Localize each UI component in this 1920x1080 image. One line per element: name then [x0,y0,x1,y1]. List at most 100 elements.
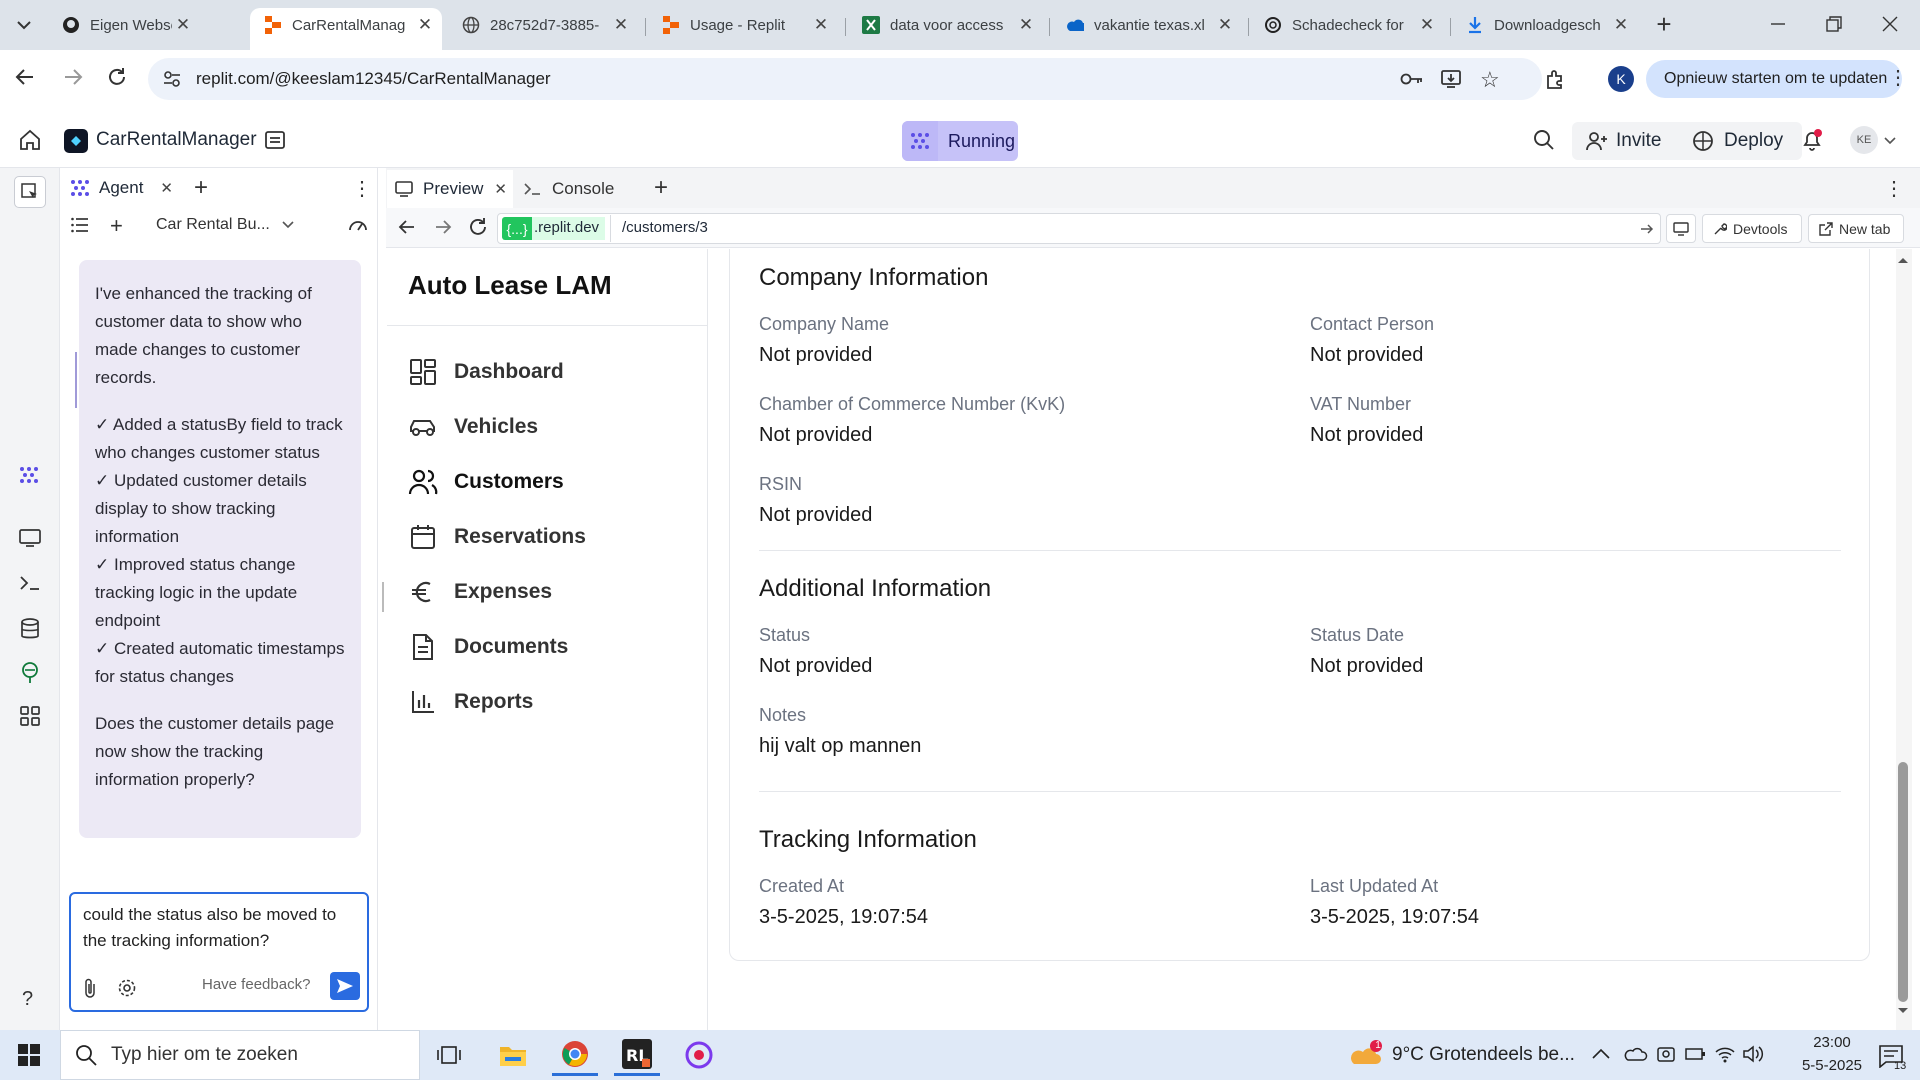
file-explorer-icon[interactable] [490,1034,536,1076]
tray-chevron-icon[interactable] [1592,1048,1610,1060]
menu-kebab-icon[interactable]: ⋮ [1888,66,1908,90]
close-icon[interactable]: ✕ [414,15,436,35]
onedrive-tray-icon[interactable] [1624,1046,1648,1062]
agent-speed-icon[interactable] [348,216,368,232]
avatar-chevron-icon[interactable] [1884,137,1896,145]
extensions-icon[interactable] [1544,68,1566,90]
volume-tray-icon[interactable] [1742,1044,1764,1064]
minimize-button[interactable] [1768,14,1792,34]
close-icon[interactable]: ✕ [1416,15,1438,35]
close-icon[interactable]: ✕ [810,15,832,35]
settings-gear-icon[interactable] [117,978,137,998]
close-icon[interactable]: ✕ [172,15,194,35]
preview-menu-kebab-icon[interactable]: ⋮ [1884,176,1904,201]
project-files-icon[interactable] [264,129,286,151]
invite-button[interactable]: Invite [1572,122,1688,160]
agent-tab[interactable]: Agent ✕ [61,170,179,208]
url-text[interactable]: replit.com/@keeslam12345/CarRentalManage… [196,69,551,89]
cursor-select-icon[interactable] [14,176,46,208]
close-window-button[interactable] [1880,14,1904,34]
help-button[interactable]: ? [22,988,33,1011]
rl-app-icon[interactable]: RL [614,1034,660,1076]
close-icon[interactable]: ✕ [1015,15,1037,35]
search-icon[interactable] [1533,129,1555,151]
browser-tab-active[interactable]: CarRentalManag ✕ [250,8,442,50]
project-name[interactable]: CarRentalManager [96,129,257,151]
browser-tab[interactable]: Eigen Webserver ✕ [48,8,200,42]
console-rail-icon[interactable] [19,574,41,592]
scroll-up-arrow-icon[interactable] [1897,256,1909,264]
go-arrow-icon[interactable] [1640,222,1654,236]
tab-preview[interactable]: Preview ✕ [387,170,513,208]
composer-input[interactable]: could the status also be moved to the tr… [83,902,353,954]
install-app-icon[interactable] [1440,68,1462,90]
forward-button[interactable] [62,66,84,88]
clock-date[interactable]: 5-5-2025 [1782,1057,1882,1074]
browser-tab[interactable]: Schadecheck for ✕ [1250,8,1444,42]
browser-tab[interactable]: Usage - Replit ✕ [648,8,838,42]
nav-item-reservations[interactable]: Reservations [408,517,586,557]
restore-button[interactable] [1824,14,1848,34]
new-tab-preview-button[interactable]: New tab [1808,214,1904,243]
password-key-icon[interactable] [1400,70,1424,88]
bookmark-star-icon[interactable]: ☆ [1480,67,1500,93]
preview-forward-button[interactable] [434,218,452,236]
close-icon[interactable]: ✕ [160,179,173,197]
agent-menu-kebab-icon[interactable]: ⋮ [352,176,372,201]
agent-rail-icon[interactable] [18,466,40,484]
nav-item-vehicles[interactable]: Vehicles [408,407,538,447]
all-tools-rail-icon[interactable] [20,706,40,726]
thread-title-dropdown[interactable]: Car Rental Bu... [156,216,294,234]
close-icon[interactable]: ✕ [1214,15,1236,35]
devtools-button[interactable]: Devtools [1702,214,1802,243]
battery-tray-icon[interactable] [1684,1046,1706,1062]
nav-item-expenses[interactable]: Expenses [408,572,552,612]
running-status-button[interactable]: Running [902,121,1018,161]
nav-item-customers[interactable]: Customers [408,462,564,502]
user-avatar[interactable]: KE [1850,126,1878,154]
nav-item-dashboard[interactable]: Dashboard [408,352,564,392]
pane-resize-handle[interactable] [382,582,384,612]
new-agent-tab-button[interactable]: + [194,174,208,202]
preview-back-button[interactable] [398,218,416,236]
camera-tray-icon[interactable] [1656,1044,1676,1064]
browser-tab[interactable]: Downloadgesch ✕ [1452,8,1638,42]
nav-item-reports[interactable]: Reports [408,682,533,722]
chrome-taskbar-icon[interactable] [552,1034,598,1076]
device-preview-button[interactable] [1666,214,1696,243]
task-view-icon[interactable] [426,1034,472,1076]
scrollbar-thumb[interactable] [1898,762,1908,1002]
new-thread-button[interactable]: + [110,213,123,239]
tab-search-button[interactable] [8,10,40,40]
tab-console[interactable]: Console [516,170,636,208]
wifi-tray-icon[interactable] [1714,1044,1736,1064]
new-tab-button[interactable]: + [1650,10,1678,40]
close-icon[interactable]: ✕ [494,180,507,198]
profile-avatar[interactable]: K [1608,66,1634,92]
update-button[interactable]: Opnieuw starten om te updaten [1646,60,1902,98]
windows-start-icon[interactable] [18,1044,40,1066]
back-button[interactable] [14,66,36,88]
close-icon[interactable]: ✕ [610,15,632,35]
preview-reload-button[interactable] [468,217,488,237]
nav-item-documents[interactable]: Documents [408,627,568,667]
preview-path[interactable]: /customers/3 [622,219,708,236]
attach-icon[interactable] [82,978,98,998]
clock-time[interactable]: 23:00 [1792,1034,1872,1051]
site-info-icon[interactable] [162,69,182,89]
send-button[interactable] [330,972,360,1000]
weather-text[interactable]: 9°C Grotendeels be... [1392,1044,1575,1066]
deployments-rail-icon[interactable] [20,662,40,684]
browser-tab[interactable]: data voor access ✕ [848,8,1043,42]
feedback-link[interactable]: Have feedback? [202,976,310,993]
webview-rail-icon[interactable] [19,528,41,548]
home-icon[interactable] [18,128,42,152]
deploy-button[interactable]: Deploy [1678,122,1802,160]
close-icon[interactable]: ✕ [1610,15,1632,35]
browser-tab[interactable]: vakantie texas.xl ✕ [1052,8,1242,42]
new-preview-tab-button[interactable]: + [654,174,668,202]
scroll-down-arrow-icon[interactable] [1897,1007,1909,1015]
taskbar-search-box[interactable]: Typ hier om te zoeken [60,1030,420,1080]
reload-button[interactable] [106,66,128,88]
screen-recorder-icon[interactable] [676,1034,722,1076]
